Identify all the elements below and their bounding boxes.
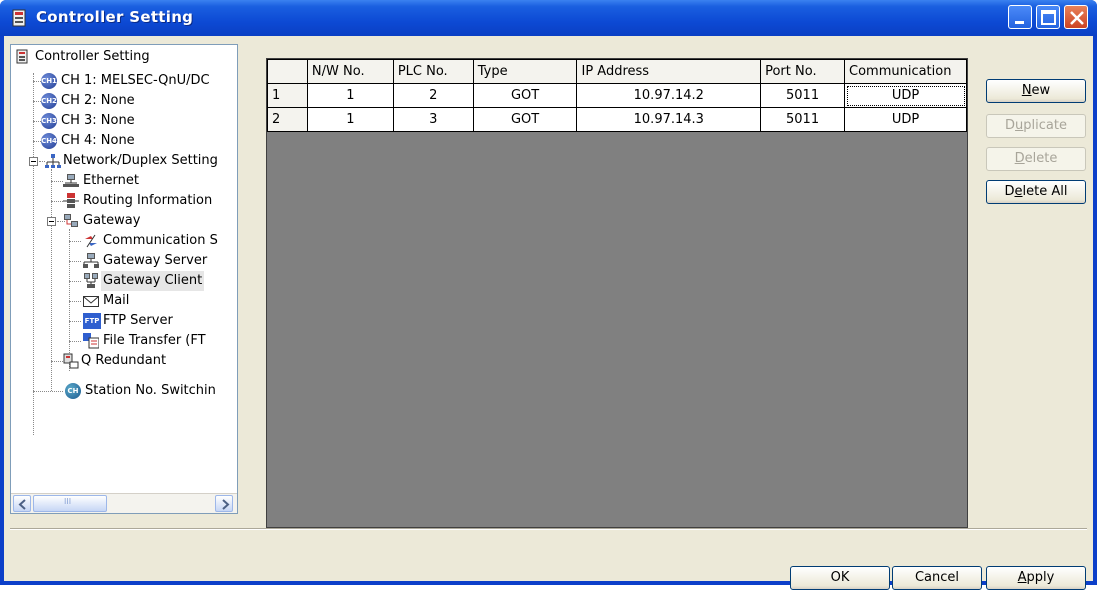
table-row[interactable]: 1 1 2 GOT 10.97.14.2 5011 UDP bbox=[267, 83, 967, 108]
table-row[interactable]: 2 1 3 GOT 10.97.14.3 5011 UDP bbox=[267, 107, 967, 132]
grid-corner-header[interactable] bbox=[267, 59, 308, 84]
cell-type[interactable]: GOT bbox=[472, 83, 578, 108]
cell-plc-no[interactable]: 2 bbox=[392, 83, 474, 108]
new-button-label-b: ew bbox=[1031, 83, 1051, 98]
maximize-icon bbox=[1041, 10, 1056, 25]
minimize-button[interactable] bbox=[1008, 5, 1032, 29]
cell-plc-no[interactable]: 3 bbox=[392, 107, 474, 132]
channel-4-icon: CH4 bbox=[41, 133, 57, 149]
tree-item-label: Q Redundant bbox=[81, 353, 167, 368]
chevron-left-icon bbox=[18, 499, 26, 510]
minimize-icon bbox=[1015, 21, 1024, 24]
duplicate-button[interactable]: Duplicate bbox=[986, 114, 1086, 138]
cancel-button[interactable]: Cancel bbox=[892, 566, 982, 590]
controller-setting-window: Controller Setting Controller Setting CH… bbox=[0, 0, 1097, 590]
cell-communication[interactable]: UDP bbox=[844, 83, 967, 108]
collapse-network-toggle[interactable] bbox=[29, 157, 38, 166]
column-header-plc-no[interactable]: PLC No. bbox=[392, 59, 474, 84]
tree-item-label: File Transfer (FT bbox=[103, 333, 206, 348]
tree-item-label: Ethernet bbox=[83, 173, 139, 188]
tree-item-label: CH 2: None bbox=[61, 93, 135, 108]
delete-all-button-label-a: D bbox=[1004, 184, 1015, 199]
delete-button-mnemonic: D bbox=[1014, 151, 1025, 166]
apply-button-label-b: pply bbox=[1026, 570, 1055, 585]
column-header-port-no[interactable]: Port No. bbox=[760, 59, 845, 84]
title-bar[interactable]: Controller Setting bbox=[0, 0, 1097, 36]
gateway-icon bbox=[64, 214, 78, 227]
settings-tree[interactable]: Controller Setting CH1 CH 1: MELSEC-QnU/… bbox=[10, 44, 238, 514]
gateway-client-icon bbox=[84, 273, 98, 288]
scroll-left-button[interactable] bbox=[13, 495, 31, 512]
channel-1-icon: CH1 bbox=[41, 73, 57, 89]
column-header-type[interactable]: Type bbox=[472, 59, 578, 84]
channel-2-icon: CH2 bbox=[41, 93, 57, 109]
new-button[interactable]: New bbox=[986, 79, 1086, 103]
channel-3-icon: CH3 bbox=[41, 113, 57, 129]
row-number[interactable]: 1 bbox=[267, 83, 308, 108]
cell-port-no[interactable]: 5011 bbox=[760, 83, 845, 108]
controller-icon bbox=[16, 49, 28, 64]
tree-horizontal-scrollbar[interactable]: III bbox=[11, 493, 237, 513]
q-redundant-icon bbox=[63, 353, 79, 369]
routing-icon bbox=[63, 193, 79, 208]
tree-item-label: FTP Server bbox=[103, 313, 173, 328]
tree-item-label: Gateway bbox=[83, 213, 141, 228]
column-header-nw-no[interactable]: N/W No. bbox=[306, 59, 394, 84]
delete-all-button-label-b: lete All bbox=[1022, 184, 1068, 199]
tree-item-label: CH 4: None bbox=[61, 133, 135, 148]
mail-icon bbox=[83, 296, 99, 307]
tree-item-label: Mail bbox=[103, 293, 130, 308]
tree-item-label: Routing Information bbox=[83, 193, 213, 208]
delete-all-button[interactable]: Delete All bbox=[986, 180, 1086, 204]
column-header-communication[interactable]: Communication bbox=[844, 59, 967, 84]
close-button[interactable] bbox=[1064, 5, 1088, 29]
tree-item-label: Controller Setting bbox=[35, 49, 150, 64]
communication-icon bbox=[85, 234, 97, 248]
apply-button-mnemonic: A bbox=[1017, 570, 1027, 585]
tree-item-label: Gateway Client bbox=[101, 271, 205, 291]
delete-button[interactable]: Delete bbox=[986, 147, 1086, 171]
cell-nw-no[interactable]: 1 bbox=[306, 107, 394, 132]
tree-item-label: CH 3: None bbox=[61, 113, 135, 128]
dialog-body: Controller Setting CH1 CH 1: MELSEC-QnU/… bbox=[4, 36, 1093, 590]
duplicate-button-label-b: plicate bbox=[1023, 118, 1067, 133]
controller-icon bbox=[12, 9, 26, 27]
column-header-ip-address[interactable]: IP Address bbox=[576, 59, 762, 84]
ok-button[interactable]: OK bbox=[790, 566, 890, 590]
new-button-mnemonic: N bbox=[1021, 83, 1032, 98]
collapse-gateway-toggle[interactable] bbox=[47, 217, 56, 226]
maximize-button[interactable] bbox=[1036, 5, 1060, 29]
tree-item-label: Network/Duplex Setting bbox=[63, 153, 218, 168]
gateway-client-grid[interactable]: N/W No. PLC No. Type IP Address Port No.… bbox=[266, 58, 968, 528]
cell-communication[interactable]: UDP bbox=[844, 107, 967, 132]
apply-button[interactable]: Apply bbox=[986, 566, 1086, 590]
gateway-server-icon bbox=[83, 253, 99, 268]
cell-port-no[interactable]: 5011 bbox=[760, 107, 845, 132]
delete-button-label-b: elete bbox=[1024, 151, 1058, 166]
scroll-right-button[interactable] bbox=[215, 495, 233, 512]
tree-item-label: Station No. Switchin bbox=[85, 383, 216, 398]
network-icon bbox=[45, 154, 61, 168]
cell-ip-address[interactable]: 10.97.14.3 bbox=[576, 107, 762, 132]
delete-all-button-mnemonic: e bbox=[1014, 184, 1023, 199]
window-title: Controller Setting bbox=[36, 8, 194, 26]
close-icon bbox=[1070, 11, 1084, 25]
ftp-icon: FTP bbox=[83, 313, 101, 329]
tree-item-label: CH 1: MELSEC-QnU/DC bbox=[61, 73, 210, 88]
scroll-thumb-grip: III bbox=[64, 497, 72, 506]
row-number[interactable]: 2 bbox=[267, 107, 308, 132]
tree-item-label: Gateway Server bbox=[103, 253, 208, 268]
chevron-right-icon bbox=[222, 499, 230, 510]
cell-type[interactable]: GOT bbox=[472, 107, 578, 132]
station-switch-icon: CH bbox=[65, 383, 81, 399]
footer-divider-highlight bbox=[10, 529, 1087, 530]
scroll-thumb[interactable]: III bbox=[33, 495, 107, 512]
file-transfer-icon bbox=[83, 333, 99, 349]
tree-item-label: Communication S bbox=[103, 233, 218, 248]
grid-header-row: N/W No. PLC No. Type IP Address Port No.… bbox=[267, 59, 967, 84]
ethernet-icon bbox=[63, 174, 79, 187]
cell-ip-address[interactable]: 10.97.14.2 bbox=[576, 83, 762, 108]
cell-nw-no[interactable]: 1 bbox=[306, 83, 394, 108]
duplicate-button-label-a: D bbox=[1005, 118, 1016, 133]
